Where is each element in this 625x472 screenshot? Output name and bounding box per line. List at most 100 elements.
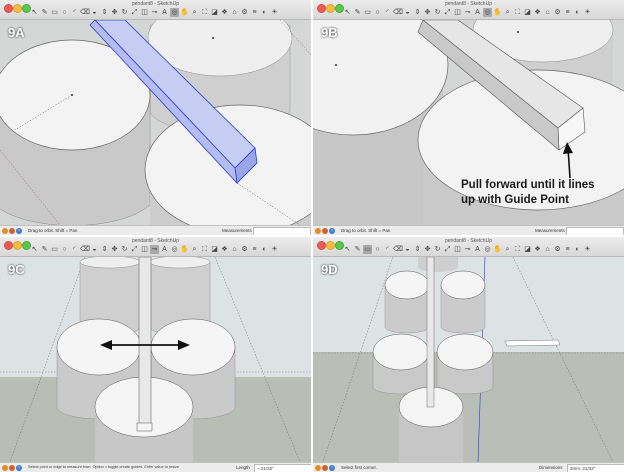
help-icon[interactable]: ? [16,465,22,471]
rectangle-icon[interactable]: ▭ [50,245,59,254]
extension-icon[interactable]: ⚙ [553,245,562,254]
help-icon[interactable]: ? [329,465,335,471]
layers-icon[interactable]: ≡ [250,245,259,254]
move-icon[interactable]: ✥ [423,8,432,17]
zoom-extents-icon[interactable]: ⛶ [200,8,209,17]
arc-icon[interactable]: ◜ [383,245,392,254]
zoom-icon[interactable]: ⌕ [190,8,199,17]
zoom-extents-icon[interactable]: ⛶ [513,8,522,17]
rectangle-icon[interactable]: ▭ [363,8,372,17]
layers-icon[interactable]: ≡ [563,8,572,17]
geo-location-icon[interactable] [2,228,8,234]
arc-icon[interactable]: ◜ [383,8,392,17]
push-pull-icon[interactable]: ⇕ [413,8,422,17]
styles-icon[interactable]: ◐ [260,245,269,254]
offset-icon[interactable]: ◫ [140,8,149,17]
3d-viewport[interactable] [0,257,311,462]
pan-icon[interactable]: ✋ [493,8,502,17]
offset-icon[interactable]: ◫ [453,245,462,254]
eraser-icon[interactable]: ⌫ [393,245,403,254]
rotate-icon[interactable]: ↻ [433,245,442,254]
warehouse-icon[interactable]: ⌂ [230,8,239,17]
extension-icon[interactable]: ⚙ [240,8,249,17]
warehouse-icon[interactable]: ⌂ [230,245,239,254]
arc-icon[interactable]: ◜ [70,245,79,254]
shadows-icon[interactable]: ☀ [583,8,592,17]
section-icon[interactable]: ◪ [523,245,532,254]
pencil-icon[interactable]: ✎ [40,8,49,17]
help-icon[interactable]: ? [329,228,335,234]
credits-icon[interactable] [322,465,328,471]
eraser-icon[interactable]: ⌫ [80,8,90,17]
zoom-extents-icon[interactable]: ⛶ [513,245,522,254]
select-arrow-icon[interactable]: ↖ [343,8,352,17]
paint-bucket-icon[interactable]: ◒ [403,245,412,254]
paint-bucket-icon[interactable]: ◒ [90,8,99,17]
paint-bucket-icon[interactable]: ◒ [90,245,99,254]
pencil-icon[interactable]: ✎ [353,8,362,17]
geo-location-icon[interactable] [315,228,321,234]
orbit-icon[interactable]: ◎ [170,245,179,254]
tape-measure-icon[interactable]: ⊸ [150,245,159,254]
zoom-icon[interactable]: ⌕ [503,8,512,17]
arc-icon[interactable]: ◜ [70,8,79,17]
section-icon[interactable]: ◪ [523,8,532,17]
paint-bucket-icon[interactable]: ◒ [403,8,412,17]
orbit-icon[interactable]: ◎ [483,245,492,254]
rectangle-icon[interactable]: ▭ [363,245,372,254]
push-pull-icon[interactable]: ⇕ [413,245,422,254]
rectangle-icon[interactable]: ▭ [50,8,59,17]
styles-icon[interactable]: ◐ [573,8,582,17]
scale-icon[interactable]: ⤢ [443,245,452,254]
scale-icon[interactable]: ⤢ [130,245,139,254]
eraser-icon[interactable]: ⌫ [80,245,90,254]
orbit-icon[interactable]: ◎ [483,8,492,17]
zoom-icon[interactable]: ⌕ [190,245,199,254]
rotate-icon[interactable]: ↻ [433,8,442,17]
measurements-field[interactable]: ~ 21/32" [254,464,311,472]
pan-icon[interactable]: ✋ [180,245,189,254]
circle-icon[interactable]: ○ [60,8,69,17]
layers-icon[interactable]: ≡ [563,245,572,254]
components-icon[interactable]: ❖ [220,245,229,254]
styles-icon[interactable]: ◐ [260,8,269,17]
rotate-icon[interactable]: ↻ [120,8,129,17]
circle-icon[interactable]: ○ [373,245,382,254]
pan-icon[interactable]: ✋ [493,245,502,254]
layers-icon[interactable]: ≡ [250,8,259,17]
zoom-extents-icon[interactable]: ⛶ [200,245,209,254]
zoom-icon[interactable]: ⌕ [503,245,512,254]
measurements-field[interactable] [253,227,311,235]
orbit-icon[interactable]: ◎ [170,8,179,17]
3d-viewport[interactable] [313,257,624,462]
section-icon[interactable]: ◪ [210,8,219,17]
text-icon[interactable]: A [160,245,169,254]
scale-icon[interactable]: ⤢ [443,8,452,17]
pencil-icon[interactable]: ✎ [353,245,362,254]
components-icon[interactable]: ❖ [533,8,542,17]
credits-icon[interactable] [322,228,328,234]
shadows-icon[interactable]: ☀ [270,8,279,17]
components-icon[interactable]: ❖ [220,8,229,17]
offset-icon[interactable]: ◫ [140,245,149,254]
move-icon[interactable]: ✥ [110,245,119,254]
shadows-icon[interactable]: ☀ [583,245,592,254]
move-icon[interactable]: ✥ [423,245,432,254]
push-pull-icon[interactable]: ⇕ [100,245,109,254]
select-arrow-icon[interactable]: ↖ [343,245,352,254]
credits-icon[interactable] [9,228,15,234]
pencil-icon[interactable]: ✎ [40,245,49,254]
scale-icon[interactable]: ⤢ [130,8,139,17]
tape-measure-icon[interactable]: ⊸ [150,8,159,17]
warehouse-icon[interactable]: ⌂ [543,8,552,17]
move-icon[interactable]: ✥ [110,8,119,17]
text-icon[interactable]: A [160,8,169,17]
push-pull-icon[interactable]: ⇕ [100,8,109,17]
components-icon[interactable]: ❖ [533,245,542,254]
section-icon[interactable]: ◪ [210,245,219,254]
tape-measure-icon[interactable]: ⊸ [463,8,472,17]
tape-measure-icon[interactable]: ⊸ [463,245,472,254]
rotate-icon[interactable]: ↻ [120,245,129,254]
text-icon[interactable]: A [473,8,482,17]
shadows-icon[interactable]: ☀ [270,245,279,254]
